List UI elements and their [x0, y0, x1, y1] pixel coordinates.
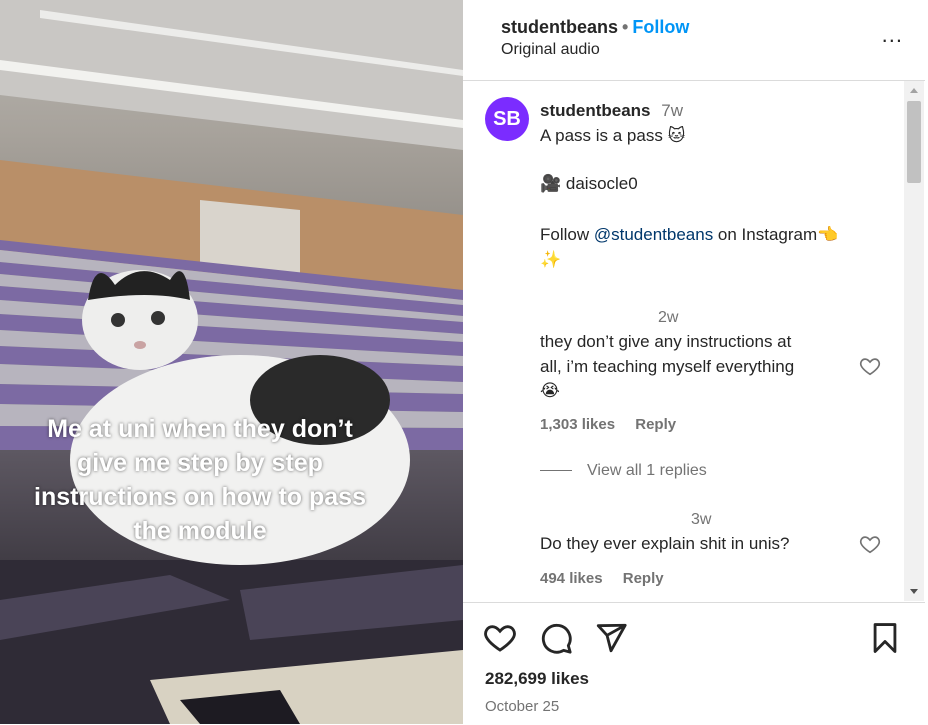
caption-follow-suffix: on Instagram👈 [713, 225, 839, 244]
caption-mention-link[interactable]: @studentbeans [594, 225, 713, 244]
post-media[interactable]: Me at uni when they don’t give me step b… [0, 0, 463, 724]
replies-divider [540, 470, 572, 471]
caption-text: A pass is a pass 🐱 [540, 126, 686, 145]
post-date: October 25 [485, 698, 560, 715]
more-options-icon[interactable]: ... [882, 22, 903, 48]
original-audio-link[interactable]: Original audio [501, 41, 600, 59]
post-author-username[interactable]: studentbeans [501, 17, 618, 37]
post-side-panel: studentbeans • Follow Original audio ... S… [463, 0, 928, 724]
scroll-down-arrow-icon[interactable] [910, 589, 918, 594]
post-likes-count[interactable]: 282,699 likes [485, 669, 589, 689]
post-actions-bar: 282,699 likes October 25 [463, 602, 925, 725]
follow-button[interactable]: Follow [632, 17, 689, 37]
media-caption-overlay: Me at uni when they don’t give me step b… [34, 415, 366, 545]
comment-text-line: Do they ever explain shit in unis? [540, 534, 790, 553]
author-avatar[interactable]: SB [485, 97, 529, 141]
comment-text-line: all, i’m teaching myself everything [540, 357, 795, 376]
share-send-icon[interactable] [594, 621, 628, 655]
comment-text-line: they don’t give any instructions at [540, 332, 792, 351]
comments-list: SB studentbeans 7w A pass is a pass 🐱 🎥 … [463, 81, 903, 601]
caption-credit: 🎥 daisocle0 [540, 174, 638, 193]
caption-sparkle: ✨ [540, 250, 562, 269]
comment-time: 2w [658, 309, 679, 326]
like-heart-icon[interactable] [483, 621, 517, 655]
comment-bubble-icon[interactable] [539, 621, 573, 655]
comment-likes-count[interactable]: 494 likes [540, 570, 603, 587]
post-header: studentbeans • Follow Original audio ... [463, 0, 925, 81]
view-replies-button[interactable]: View all 1 replies [587, 462, 707, 480]
like-comment-heart-icon[interactable] [859, 355, 881, 377]
scroll-thumb[interactable] [907, 101, 921, 183]
caption-time: 7w [661, 101, 683, 120]
comments-scrollbar[interactable] [904, 81, 924, 601]
comment-emoji: 😭 [540, 381, 560, 400]
comment-likes-count[interactable]: 1,303 likes [540, 416, 615, 433]
like-comment-heart-icon[interactable] [859, 533, 881, 555]
caption-follow-prefix: Follow [540, 225, 594, 244]
lecture-hall-image [0, 0, 463, 724]
comment-time: 3w [691, 511, 712, 528]
header-separator: • [622, 17, 629, 37]
scroll-up-arrow-icon[interactable] [910, 88, 918, 93]
caption-username[interactable]: studentbeans [540, 101, 651, 120]
save-bookmark-icon[interactable] [868, 621, 902, 655]
comment-reply-button[interactable]: Reply [623, 570, 664, 587]
comment-reply-button[interactable]: Reply [635, 416, 676, 433]
